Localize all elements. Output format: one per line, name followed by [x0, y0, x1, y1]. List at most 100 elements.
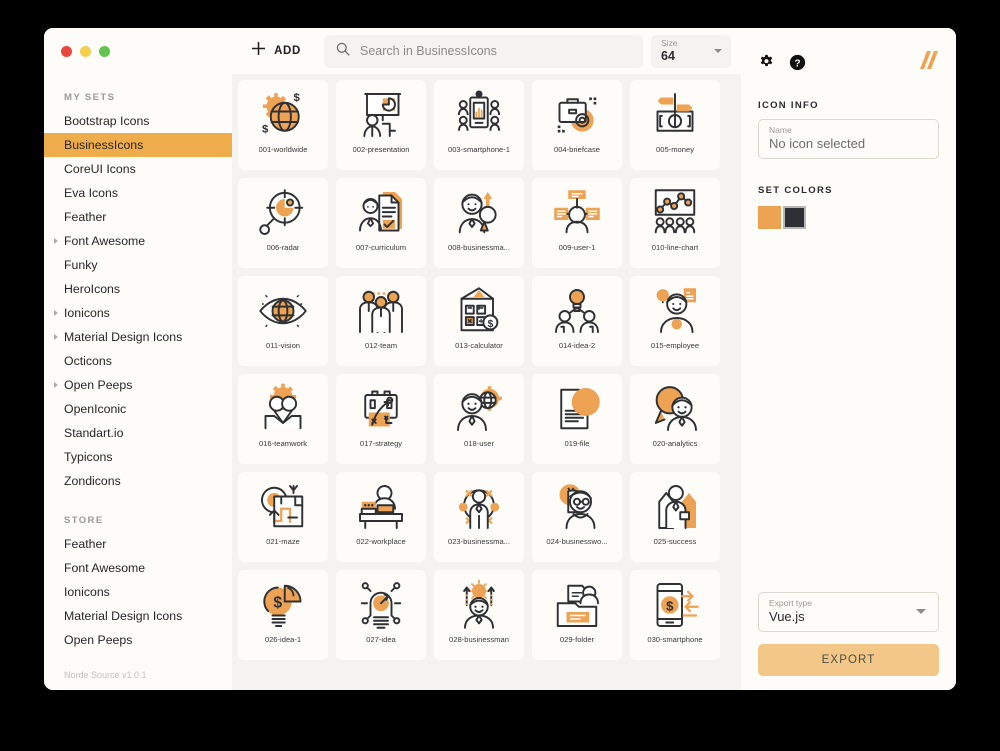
svg-text:$: $ [262, 124, 269, 136]
minimize-window-button[interactable] [80, 46, 91, 57]
sidebar-list[interactable]: MY SETS Bootstrap IconsBusinessIconsCore… [44, 74, 232, 670]
icon-card[interactable]: 022-workplace [336, 472, 426, 562]
sidebar-item-coreui-icons[interactable]: CoreUI Icons [44, 157, 232, 181]
plus-icon [251, 41, 266, 61]
icon-card[interactable]: $ 030-smartphone [630, 570, 720, 660]
icon-card[interactable]: 006-radar [238, 178, 328, 268]
sidebar-item-openiconic[interactable]: OpenIconic [44, 397, 232, 421]
icon-card[interactable]: 002-presentation [336, 80, 426, 170]
icon-card[interactable]: 014-idea-2 [532, 276, 622, 366]
icon-card-label: 005-money [656, 145, 694, 154]
sidebar-item-open-peeps[interactable]: Open Peeps [44, 373, 232, 397]
icon-card[interactable]: 025-success [630, 472, 720, 562]
sidebar-item-label: BusinessIcons [64, 138, 143, 152]
icon-card[interactable]: 009-user-1 [532, 178, 622, 268]
sidebar-item-funky[interactable]: Funky [44, 253, 232, 277]
sidebar-item-label: CoreUI Icons [64, 162, 136, 176]
sidebar-item-label: Eva Icons [64, 186, 118, 200]
sidebar-item-label: Funky [64, 258, 98, 272]
icon-card[interactable]: 028-businessman [434, 570, 524, 660]
icon-card[interactable]: $ $001-worldwide [238, 80, 328, 170]
gear-icon[interactable] [758, 54, 775, 71]
sidebar-item-material-design-icons[interactable]: Material Design Icons [44, 604, 232, 628]
businessman-icon [451, 577, 507, 633]
icon-card[interactable]: 004-briefcase [532, 80, 622, 170]
size-selector[interactable]: Size 64 [651, 35, 731, 68]
store-list: Feather Font Awesome IoniconsMaterial Desi… [44, 532, 232, 652]
sidebar-item-open-peeps[interactable]: Open Peeps [44, 628, 232, 652]
search-input[interactable]: Search in BusinessIcons [324, 35, 643, 68]
teamwork-icon [255, 381, 311, 437]
icon-info-heading: ICON INFO [758, 100, 939, 111]
chevron-right-icon[interactable] [54, 382, 58, 388]
icon-card[interactable]: 029-folder [532, 570, 622, 660]
version-label: Norde Source v1.0.1 [44, 670, 232, 690]
sidebar-item-ionicons[interactable]: Ionicons [44, 301, 232, 325]
sidebar-item-standart-io[interactable]: Standart.io [44, 421, 232, 445]
maximize-window-button[interactable] [99, 46, 110, 57]
inspector-toolbar: ? [758, 50, 939, 74]
add-set-button[interactable]: ADD [236, 41, 316, 61]
sidebar-item-feather[interactable]: Feather [44, 532, 232, 556]
sidebar-item-eva-icons[interactable]: Eva Icons [44, 181, 232, 205]
sidebar-item-font-awesome[interactable]: Font Awesome [44, 229, 232, 253]
icon-card[interactable]: $013-calculator [434, 276, 524, 366]
icon-card[interactable]: 020-analytics [630, 374, 720, 464]
chevron-right-icon[interactable] [54, 310, 58, 316]
icon-card[interactable]: 019-file [532, 374, 622, 464]
icon-card-label: 017-strategy [360, 439, 402, 448]
sidebar-item-label: Standart.io [64, 426, 123, 440]
svg-text:?: ? [794, 58, 800, 69]
icon-card[interactable]: 005-money [630, 80, 720, 170]
icon-card-label: 003-smartphone-1 [448, 145, 510, 154]
icon-card[interactable]: 027-idea [336, 570, 426, 660]
icon-card-label: 024-businesswo... [546, 537, 607, 546]
sidebar-item-feather[interactable]: Feather [44, 205, 232, 229]
icon-card[interactable]: 023-businessma... [434, 472, 524, 562]
sidebar-item-bootstrap-icons[interactable]: Bootstrap Icons [44, 109, 232, 133]
chevron-down-icon [714, 49, 722, 53]
icon-card-label: 008-businessma... [448, 243, 510, 252]
export-type-select[interactable]: Export type Vue.js [758, 592, 939, 632]
icon-card[interactable]: 007-curriculum [336, 178, 426, 268]
question-circle-icon[interactable]: ? [789, 54, 806, 71]
icon-name-field[interactable]: Name No icon selected [758, 119, 939, 159]
chevron-right-icon[interactable] [54, 238, 58, 244]
sidebar-item-font-awesome[interactable]: Font Awesome [44, 556, 232, 580]
sidebar-item-material-design-icons[interactable]: Material Design Icons [44, 325, 232, 349]
export-button[interactable]: EXPORT [758, 644, 939, 676]
idea-icon [353, 577, 409, 633]
icon-card[interactable]: $ 026-idea-1 [238, 570, 328, 660]
icon-card[interactable]: 016-teamwork [238, 374, 328, 464]
icon-card[interactable]: 011-vision [238, 276, 328, 366]
team-icon [353, 283, 409, 339]
icon-card-label: 002-presentation [353, 145, 410, 154]
icon-card-label: 030-smartphone [647, 635, 702, 644]
color-swatch-primary[interactable] [758, 206, 781, 229]
sidebar-item-octicons[interactable]: Octicons [44, 349, 232, 373]
sidebar-item-heroicons[interactable]: HeroIcons [44, 277, 232, 301]
icon-card[interactable]: 017-strategy [336, 374, 426, 464]
sidebar-item-businessicons[interactable]: BusinessIcons [44, 133, 232, 157]
icon-card[interactable]: 012-team [336, 276, 426, 366]
sidebar-item-typicons[interactable]: Typicons [44, 445, 232, 469]
export-type-label: Export type [769, 597, 928, 609]
icon-card[interactable]: 024-businesswo... [532, 472, 622, 562]
chevron-right-icon[interactable] [54, 334, 58, 340]
app-window: MY SETS Bootstrap IconsBusinessIconsCore… [44, 28, 956, 690]
icon-card[interactable]: 018-user [434, 374, 524, 464]
icon-card[interactable]: 021-maze [238, 472, 328, 562]
sidebar-item-ionicons[interactable]: Ionicons [44, 580, 232, 604]
icon-card[interactable]: 015-employee [630, 276, 720, 366]
sidebar-item-zondicons[interactable]: Zondicons [44, 469, 232, 493]
icon-grid-scroll[interactable]: $ $001-worldwide 002-presentation 003-sm… [232, 74, 741, 690]
sidebar-item-label: Font Awesome [64, 561, 145, 575]
icon-card[interactable]: 008-businessma... [434, 178, 524, 268]
close-window-button[interactable] [61, 46, 72, 57]
icon-card[interactable]: 010-line-chart [630, 178, 720, 268]
color-swatch-secondary[interactable] [783, 206, 806, 229]
icon-card[interactable]: 003-smartphone-1 [434, 80, 524, 170]
folder-icon [549, 577, 605, 633]
chevron-down-icon [916, 609, 926, 614]
toolbar: ADD Search in BusinessIcons Size 64 [232, 28, 741, 74]
